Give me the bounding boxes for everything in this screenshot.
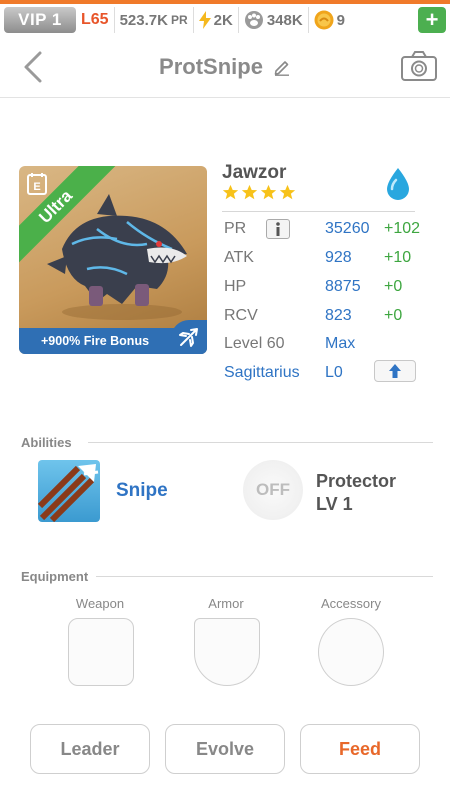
power-stat: 523.7K PR <box>115 7 194 33</box>
stat-label: PR <box>224 220 247 237</box>
airplane-icon <box>179 328 198 347</box>
abilities-heading: Abilities <box>21 435 72 450</box>
coin-value: 9 <box>336 11 346 29</box>
coin-icon <box>314 10 334 30</box>
info-button[interactable] <box>266 219 290 239</box>
star-icon <box>222 184 239 200</box>
monster-name: Jawzor <box>222 162 287 183</box>
arrows-icon <box>38 464 99 522</box>
accessory-slot[interactable] <box>318 618 384 686</box>
chevron-left-icon[interactable] <box>18 50 48 84</box>
pencil-icon[interactable] <box>273 58 291 76</box>
zodiac-level: L0 <box>325 364 343 381</box>
passive-name: Protector <box>316 471 397 491</box>
stat-value: 8875 <box>325 278 361 295</box>
paw-icon <box>244 11 263 29</box>
top-status-bar: VIP 1 L65 523.7K PR 2K 348K 9 + <box>0 0 450 36</box>
add-currency-button[interactable]: + <box>418 7 446 33</box>
stat-label: HP <box>224 278 247 295</box>
coin-stat: 9 <box>309 7 350 33</box>
star-rating <box>222 184 296 201</box>
food-stat: 348K <box>239 7 309 33</box>
weapon-slot[interactable] <box>68 618 134 686</box>
stat-label: RCV <box>224 307 258 324</box>
monster-portrait[interactable]: Ultra E +900% Fire Bonus <box>19 166 207 354</box>
weapon-label: Weapon <box>75 596 125 611</box>
flyer-badge <box>171 320 207 354</box>
power-value: 523.7K <box>119 11 168 29</box>
energy-stat: 2K <box>194 7 239 33</box>
page-header: ProtSnipe <box>0 36 450 98</box>
stat-gain: +102 <box>384 220 421 237</box>
evolve-button[interactable]: Evolve <box>165 724 285 774</box>
passive-off-badge[interactable]: OFF <box>243 460 303 520</box>
player-level: L65 <box>76 7 115 33</box>
level-label: Level 60 <box>224 335 285 352</box>
stat-gain: +10 <box>384 249 412 266</box>
food-value: 348K <box>266 11 303 29</box>
energy-value: 2K <box>213 11 233 29</box>
feed-button[interactable]: Feed <box>300 724 420 774</box>
arrow-up-icon <box>389 364 401 378</box>
stat-gain: +0 <box>384 307 403 324</box>
stat-gain: +0 <box>384 278 403 295</box>
water-drop-icon <box>387 168 409 200</box>
svg-text:E: E <box>33 181 40 193</box>
passive-level: LV 1 <box>316 494 353 514</box>
equipment-divider <box>96 576 433 577</box>
snipe-skill-icon[interactable] <box>38 460 100 522</box>
star-icon <box>241 184 258 200</box>
stat-value: 35260 <box>325 220 370 237</box>
zodiac-link[interactable]: Sagittarius <box>224 364 300 382</box>
book-icon: E <box>27 173 47 195</box>
armor-label: Armor <box>208 596 244 611</box>
stat-value: 823 <box>325 307 352 324</box>
passive-ability: Protector LV 1 <box>316 470 396 516</box>
equipment-heading: Equipment <box>21 569 89 584</box>
lightning-icon <box>198 11 211 29</box>
power-suffix: PR <box>170 13 188 27</box>
stat-label: ATK <box>224 249 254 266</box>
star-icon <box>260 184 277 200</box>
info-divider <box>222 211 415 212</box>
stat-value: 928 <box>325 249 352 266</box>
info-icon <box>276 222 280 236</box>
accessory-label: Accessory <box>321 596 381 611</box>
armor-slot[interactable] <box>194 618 260 686</box>
camera-icon[interactable] <box>400 50 438 82</box>
vip-badge[interactable]: VIP 1 <box>4 7 76 33</box>
page-title: ProtSnipe <box>159 53 263 79</box>
level-value: Max <box>325 335 356 352</box>
zodiac-upgrade-button[interactable] <box>374 360 416 382</box>
abilities-divider <box>88 442 433 443</box>
star-icon <box>279 184 296 200</box>
leader-button[interactable]: Leader <box>30 724 150 774</box>
skill-name[interactable]: Snipe <box>116 480 168 502</box>
